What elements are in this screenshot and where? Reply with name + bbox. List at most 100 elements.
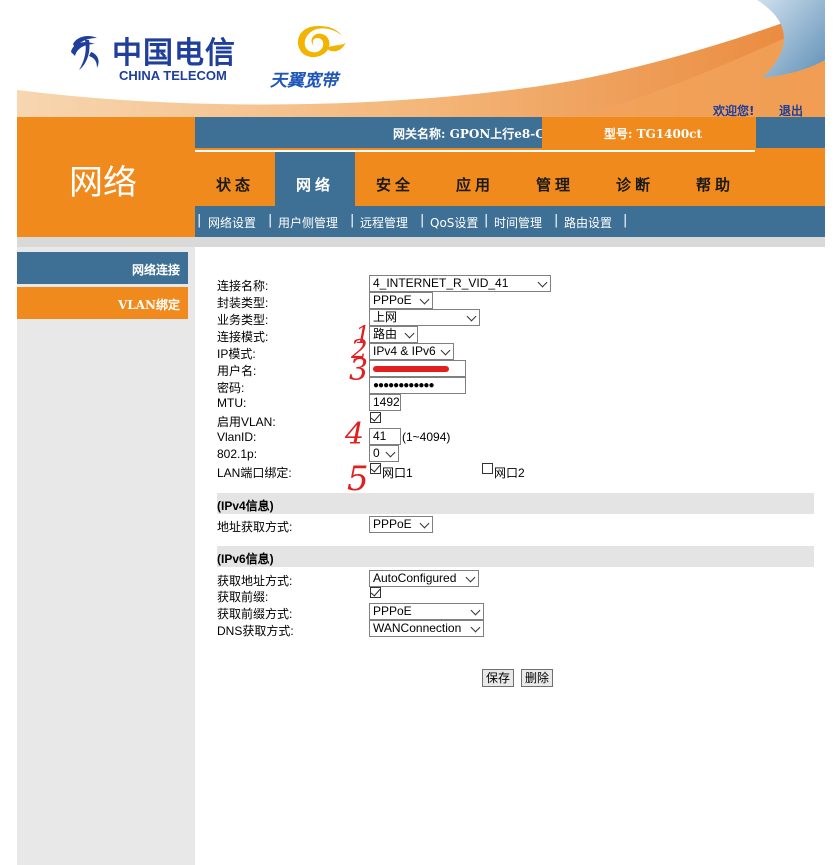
password-input[interactable]: ●●●●●●●●●●●● — [369, 377, 466, 394]
chevron-down-icon — [537, 277, 548, 288]
vlan-id-range: (1~4094) — [402, 430, 451, 444]
label-dot1p: 802.1p: — [217, 447, 258, 461]
sub-menu-remote[interactable]: 远程管理 — [360, 214, 408, 231]
annotation-3: 3 — [349, 353, 369, 388]
ip-mode-select[interactable]: IPv4 & IPv6 — [369, 343, 454, 360]
annotation-4: 4 — [345, 417, 365, 452]
ipv4-section-header: (IPv4信息) — [217, 493, 814, 514]
tianyi-logo: 天翼宽带 — [270, 22, 360, 91]
ipv6-addr-mode-select[interactable]: AutoConfigured — [369, 570, 479, 587]
separator: | — [197, 213, 202, 228]
tab-diagnostics[interactable]: 诊断 — [595, 150, 675, 206]
model-name: 型号: TG1400ct — [604, 127, 703, 141]
select-value: AutoConfigured — [373, 571, 457, 585]
side-menu: 网络连接 VLAN绑定 — [17, 247, 195, 865]
label-dns-mode: DNS获取方式: — [217, 624, 294, 638]
brand-en: CHINA TELECOM — [119, 68, 227, 83]
sub-menu-network-settings[interactable]: 网络设置 — [208, 214, 256, 231]
section-title-box: 网络 — [17, 117, 195, 237]
side-item-label: 网络连接 — [131, 263, 180, 277]
annotation-5: 5 — [347, 459, 369, 499]
logout-link[interactable]: 退出 — [779, 102, 803, 117]
save-button[interactable]: 保存 — [482, 669, 515, 687]
chevron-down-icon — [470, 605, 481, 616]
input-value: ●●●●●●●●●●●● — [373, 380, 434, 391]
sub-menu-route[interactable]: 路由设置 — [564, 214, 612, 231]
sub-menu-time[interactable]: 时间管理 — [494, 214, 542, 231]
label-encap-type: 封装类型: — [217, 296, 269, 310]
enable-vlan-checkbox[interactable] — [370, 412, 381, 423]
lan-port1-checkbox[interactable] — [370, 463, 381, 474]
label-service-type: 业务类型: — [217, 313, 269, 327]
vlan-id-input[interactable]: 41 — [369, 428, 401, 445]
tab-application[interactable]: 应用 — [435, 150, 515, 206]
telecom-emblem-icon — [71, 36, 99, 70]
label-connection-name: 连接名称: — [217, 279, 269, 293]
encap-type-select[interactable]: PPPoE — [369, 292, 433, 309]
select-value: PPPoE — [373, 293, 412, 307]
select-value: 上网 — [373, 310, 398, 324]
tab-label: 管理 — [535, 176, 574, 194]
mtu-input[interactable]: 1492 — [369, 394, 401, 411]
input-value: 41 — [373, 429, 387, 443]
select-value: PPPoE — [373, 604, 412, 618]
label-mtu: MTU: — [217, 396, 247, 410]
dot1p-select[interactable]: 0 — [369, 445, 399, 462]
chevron-down-icon — [404, 328, 415, 339]
section-title: (IPv6信息) — [217, 552, 274, 566]
separator: | — [554, 213, 559, 228]
china-telecom-logo: 中国电信 CHINA TELECOM — [67, 28, 247, 88]
tab-status[interactable]: 状态 — [195, 150, 275, 206]
chevron-down-icon — [470, 622, 481, 633]
chevron-down-icon — [385, 447, 396, 458]
select-value: IPv4 & IPv6 — [373, 344, 436, 358]
tab-help[interactable]: 帮助 — [675, 150, 755, 206]
tab-security[interactable]: 安全 — [355, 150, 435, 206]
label-username: 用户名: — [217, 364, 257, 378]
side-item-network-connection[interactable]: 网络连接 — [17, 252, 188, 284]
delete-button[interactable]: 删除 — [521, 669, 554, 687]
side-item-label: VLAN绑定 — [117, 298, 180, 312]
lan-port1-label: 网口1 — [382, 466, 413, 480]
model-box: 型号: TG1400ct — [542, 117, 756, 148]
label-connection-mode: 连接模式: — [217, 330, 269, 344]
tab-management[interactable]: 管理 — [515, 150, 595, 206]
select-value: 4_INTERNET_R_VID_41 — [373, 276, 509, 290]
chevron-down-icon — [419, 294, 430, 305]
label-ipv6-addr-mode: 获取地址方式: — [217, 574, 293, 588]
welcome-link[interactable]: 欢迎您! — [713, 102, 754, 117]
connection-mode-select[interactable]: 路由 — [369, 326, 418, 343]
select-value: PPPoE — [373, 517, 412, 531]
sub-menu-qos[interactable]: QoS设置 — [430, 214, 478, 231]
tab-label: 帮助 — [695, 176, 734, 194]
section-title: 网络 — [69, 163, 137, 203]
get-prefix-checkbox[interactable] — [370, 587, 381, 598]
tianyi-swirl-icon — [298, 26, 346, 58]
gateway-name: 网关名称: GPON上行e8-C — [393, 127, 545, 141]
tab-label: 安全 — [375, 176, 414, 194]
separator: | — [268, 213, 273, 228]
sub-menu-user-side[interactable]: 用户侧管理 — [278, 214, 338, 231]
main-content: 连接名称: 4_INTERNET_R_VID_41 封装类型: PPPoE 业务… — [195, 247, 825, 865]
lan-port2-checkbox[interactable] — [482, 463, 493, 474]
connection-name-select[interactable]: 4_INTERNET_R_VID_41 — [369, 275, 551, 292]
side-item-vlan-binding[interactable]: VLAN绑定 — [17, 287, 188, 319]
separator: | — [420, 213, 425, 228]
service-type-select[interactable]: 上网 — [369, 309, 480, 326]
prefix-mode-select[interactable]: PPPoE — [369, 603, 484, 620]
label-enable-vlan: 启用VLAN: — [217, 415, 276, 429]
tab-label: 状态 — [215, 176, 254, 194]
tab-label: 网络 — [295, 176, 334, 194]
label-prefix-mode: 获取前缀方式: — [217, 607, 293, 621]
input-value: 1492 — [373, 395, 400, 409]
separator: | — [484, 213, 489, 228]
chevron-down-icon — [419, 518, 430, 529]
main-tabs: 状态 网络 安全 应用 管理 诊断 帮助 — [195, 148, 825, 206]
sub-menu-bar: | 网络设置 | 用户侧管理 | 远程管理 | QoS设置 | 时间管理 | 路… — [195, 206, 825, 237]
ipv4-addr-mode-select[interactable]: PPPoE — [369, 516, 433, 533]
separator: | — [350, 213, 355, 228]
redaction-mark — [373, 366, 449, 372]
dns-mode-select[interactable]: WANConnection — [369, 620, 484, 637]
chevron-down-icon — [466, 311, 477, 322]
tab-network[interactable]: 网络 — [275, 150, 355, 206]
